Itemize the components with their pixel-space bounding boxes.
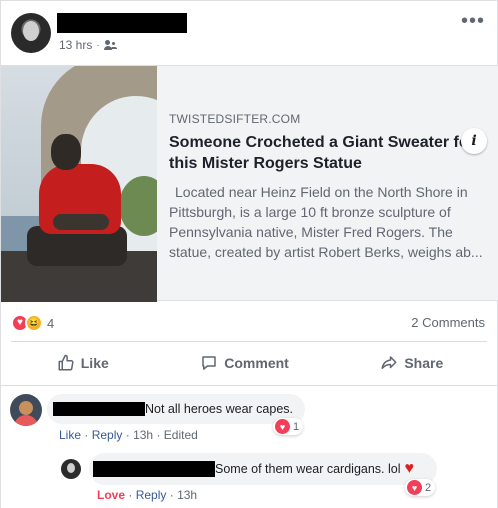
divider <box>11 341 487 342</box>
haha-reaction-icon <box>25 314 43 332</box>
comment-button[interactable]: Comment <box>184 348 305 378</box>
comment-icon <box>202 356 217 370</box>
post-meta: 13 hrs · <box>59 38 118 52</box>
info-icon[interactable]: i <box>461 128 487 154</box>
comments-section: Not all heroes wear capes. ♥ 1 Like · Re… <box>1 385 497 508</box>
link-text: TWISTEDSIFTER.COM Someone Crocheted a Gi… <box>169 112 487 262</box>
post-card: 13 hrs · ••• TWISTEDSIFTER.COM Someone C… <box>0 0 498 508</box>
link-description: Located near Heinz Field on the North Sh… <box>169 184 483 260</box>
comment-meta: Like · Reply · 13h · Edited <box>59 428 198 442</box>
link-thumbnail[interactable] <box>1 66 157 302</box>
link-domain: TWISTEDSIFTER.COM <box>169 112 301 126</box>
comment-like-link[interactable]: Like <box>59 428 81 442</box>
comments-count[interactable]: 2 Comments <box>411 315 485 330</box>
comment-reply-link[interactable]: Reply <box>92 428 123 442</box>
more-options-icon[interactable]: ••• <box>461 11 485 31</box>
share-icon <box>381 356 397 369</box>
redacted-replier-name <box>93 461 215 477</box>
love-reaction-icon: ♥ <box>275 419 290 434</box>
comment-text: Not all heroes wear capes. <box>145 402 293 416</box>
comment-time[interactable]: 13h <box>133 428 153 442</box>
reply-text: Some of them wear cardigans. lol <box>215 462 401 476</box>
share-button[interactable]: Share <box>364 348 459 378</box>
love-reaction-icon: ♥ <box>407 480 422 495</box>
heart-emoji-icon: ♥ <box>404 460 415 477</box>
reply-avatar[interactable] <box>61 459 81 479</box>
reaction-summary[interactable]: 4 <box>11 314 54 332</box>
reply-reaction-badge[interactable]: ♥ 2 <box>405 479 436 496</box>
like-label: Like <box>80 355 109 371</box>
commenter-avatar[interactable] <box>10 394 42 426</box>
share-label: Share <box>404 355 444 371</box>
reply-time[interactable]: 13h <box>177 488 197 502</box>
meta-separator: · <box>96 39 100 51</box>
reply-reply-link[interactable]: Reply <box>136 488 167 502</box>
comment-bubble: Not all heroes wear capes. <box>47 394 305 424</box>
friends-icon[interactable] <box>103 40 118 50</box>
poster-avatar[interactable] <box>11 13 51 53</box>
comment-reaction-badge[interactable]: ♥ 1 <box>273 418 304 435</box>
reply-love-link[interactable]: Love <box>97 488 125 502</box>
action-bar: Like Comment Share <box>11 347 489 379</box>
reaction-count: 4 <box>47 315 55 331</box>
comment-edited-label[interactable]: Edited <box>164 428 198 442</box>
redacted-poster-name <box>57 13 187 33</box>
reply-reaction-count: 2 <box>425 481 432 494</box>
reply-meta: Love · Reply · 13h <box>97 488 198 502</box>
thumbs-up-icon <box>58 354 74 371</box>
link-preview[interactable]: TWISTEDSIFTER.COM Someone Crocheted a Gi… <box>1 65 498 302</box>
link-title[interactable]: Someone Crocheted a Giant Sweater for th… <box>169 132 487 174</box>
like-button[interactable]: Like <box>41 348 125 378</box>
reply-bubble: Some of them wear cardigans. lol ♥ <box>89 453 437 485</box>
post-time[interactable]: 13 hrs <box>59 38 92 52</box>
redacted-commenter-name <box>53 402 145 416</box>
comment-label: Comment <box>224 355 289 371</box>
comment-reaction-count: 1 <box>293 420 300 433</box>
